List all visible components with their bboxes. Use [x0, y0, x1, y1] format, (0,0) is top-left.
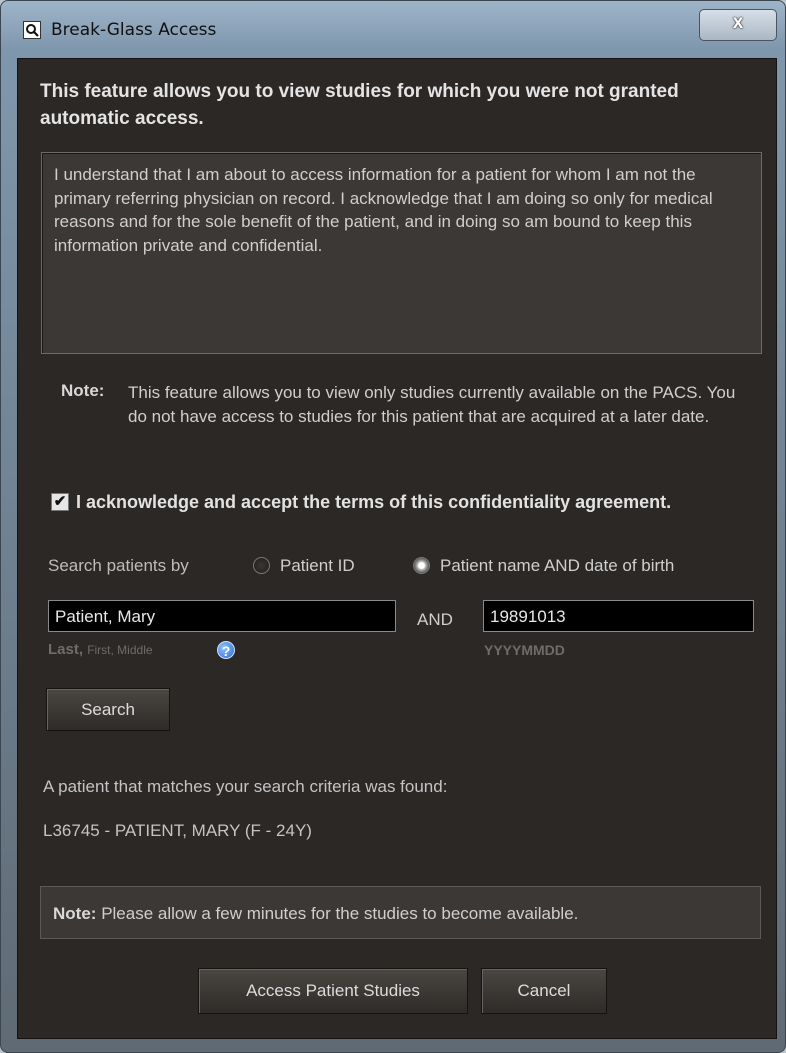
search-result-message: A patient that matches your search crite… — [43, 777, 448, 796]
name-format-hint: Last, First, Middle — [48, 641, 153, 658]
note-label: Note: — [61, 381, 105, 400]
magnifier-icon — [23, 21, 41, 39]
access-patient-studies-button[interactable]: Access Patient Studies — [198, 968, 468, 1014]
acknowledge-label[interactable]: I acknowledge and accept the terms of th… — [76, 492, 671, 513]
patient-id-radio[interactable] — [253, 557, 270, 574]
patient-name-input[interactable]: Patient, Mary — [48, 600, 396, 632]
close-button[interactable]: x — [699, 9, 777, 41]
agreement-text-area[interactable]: I understand that I am about to access i… — [41, 152, 762, 354]
close-icon: x — [732, 12, 744, 33]
and-label: AND — [417, 610, 453, 629]
agreement-text: I understand that I am about to access i… — [54, 165, 713, 255]
patient-result: L36745 - PATIENT, MARY (F - 24Y) — [43, 821, 312, 840]
dob-input[interactable]: 19891013 — [483, 600, 754, 632]
name-dob-radio-label[interactable]: Patient name AND date of birth — [440, 556, 674, 576]
availability-note-text: Note: Please allow a few minutes for the… — [53, 904, 578, 924]
availability-note-body: Please allow a few minutes for the studi… — [101, 904, 579, 923]
help-icon[interactable]: ? — [217, 641, 235, 659]
acknowledge-checkbox[interactable]: ✔ — [51, 493, 69, 511]
availability-note: Note: Please allow a few minutes for the… — [40, 886, 761, 939]
name-hint-first-middle: First, Middle — [87, 643, 153, 657]
search-button[interactable]: Search — [46, 688, 170, 731]
name-hint-last: Last, — [48, 641, 84, 658]
window-title: Break-Glass Access — [51, 20, 217, 40]
dob-format-hint: YYYYMMDD — [484, 642, 565, 658]
availability-note-label: Note: — [53, 904, 97, 923]
dialog-content: This feature allows you to view studies … — [17, 58, 777, 1039]
break-glass-dialog: Break-Glass Access x This feature allows… — [0, 0, 786, 1053]
name-dob-radio[interactable] — [413, 557, 430, 574]
note-text: This feature allows you to view only stu… — [128, 383, 736, 426]
patient-id-radio-label[interactable]: Patient ID — [280, 556, 355, 576]
title-bar[interactable]: Break-Glass Access x — [1, 1, 785, 47]
cancel-button[interactable]: Cancel — [481, 968, 607, 1014]
search-by-label: Search patients by — [48, 556, 189, 575]
dialog-heading: This feature allows you to view studies … — [40, 81, 679, 129]
